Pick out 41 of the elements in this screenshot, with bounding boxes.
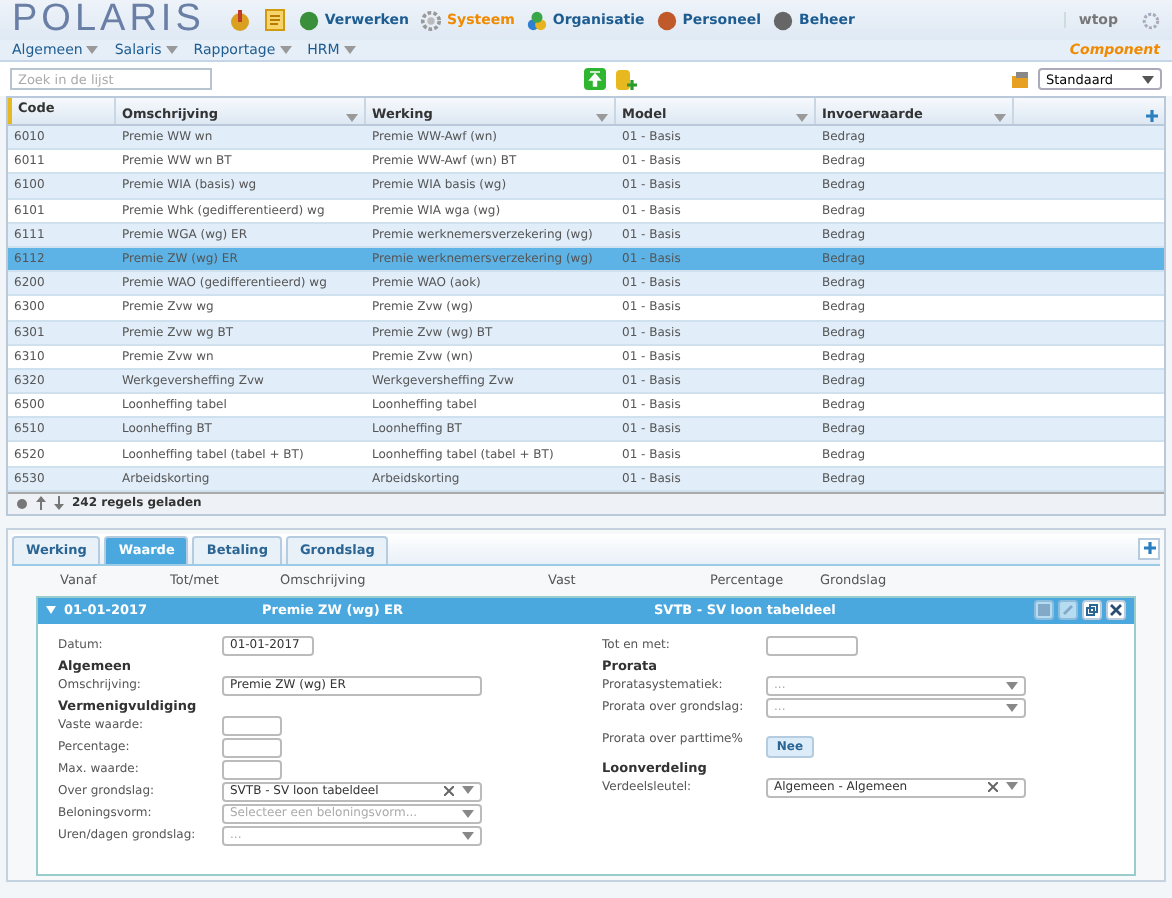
caret-icon (994, 114, 1006, 122)
caret-icon (462, 809, 474, 818)
caret-icon (1006, 703, 1018, 712)
plus-icon[interactable] (1146, 110, 1158, 122)
copy-button[interactable] (1082, 600, 1102, 621)
copy-icon (1086, 604, 1098, 617)
caret-icon (343, 46, 356, 54)
add-database-icon[interactable] (614, 67, 638, 91)
caret-icon (279, 46, 292, 54)
caret-icon (1006, 681, 1018, 690)
cubes-icon (526, 9, 549, 31)
caret-icon (346, 114, 358, 122)
caret-icon (462, 831, 474, 840)
clear-icon[interactable] (988, 782, 998, 793)
caret-icon (596, 114, 608, 122)
close-icon (1110, 604, 1122, 617)
logo: POLARIS (12, 0, 205, 42)
collapse-icon[interactable] (46, 606, 56, 615)
notepad-icon[interactable] (264, 8, 287, 32)
gear-icon[interactable] (1142, 11, 1160, 29)
caret-icon (462, 786, 474, 795)
arrow-up-icon[interactable] (36, 496, 46, 511)
input-field[interactable] (766, 635, 858, 656)
close-button[interactable] (1106, 600, 1126, 621)
input-field[interactable] (222, 737, 282, 758)
caret-icon (86, 46, 99, 54)
layout-icon[interactable] (1010, 69, 1030, 89)
add-button[interactable] (1138, 537, 1160, 560)
caret-icon (1006, 782, 1018, 791)
gear-icon (420, 9, 443, 31)
arrow-down-icon[interactable] (54, 496, 64, 511)
caret-icon (165, 46, 178, 54)
caret-icon (796, 114, 808, 122)
input-field[interactable] (222, 715, 282, 736)
clear-icon[interactable] (444, 786, 454, 797)
input-field[interactable] (222, 759, 282, 780)
upload-icon[interactable] (584, 68, 606, 90)
save-icon (1038, 604, 1050, 617)
slash-icon (1062, 604, 1074, 617)
save-button[interactable] (1034, 600, 1054, 621)
caret-icon (1142, 75, 1154, 83)
